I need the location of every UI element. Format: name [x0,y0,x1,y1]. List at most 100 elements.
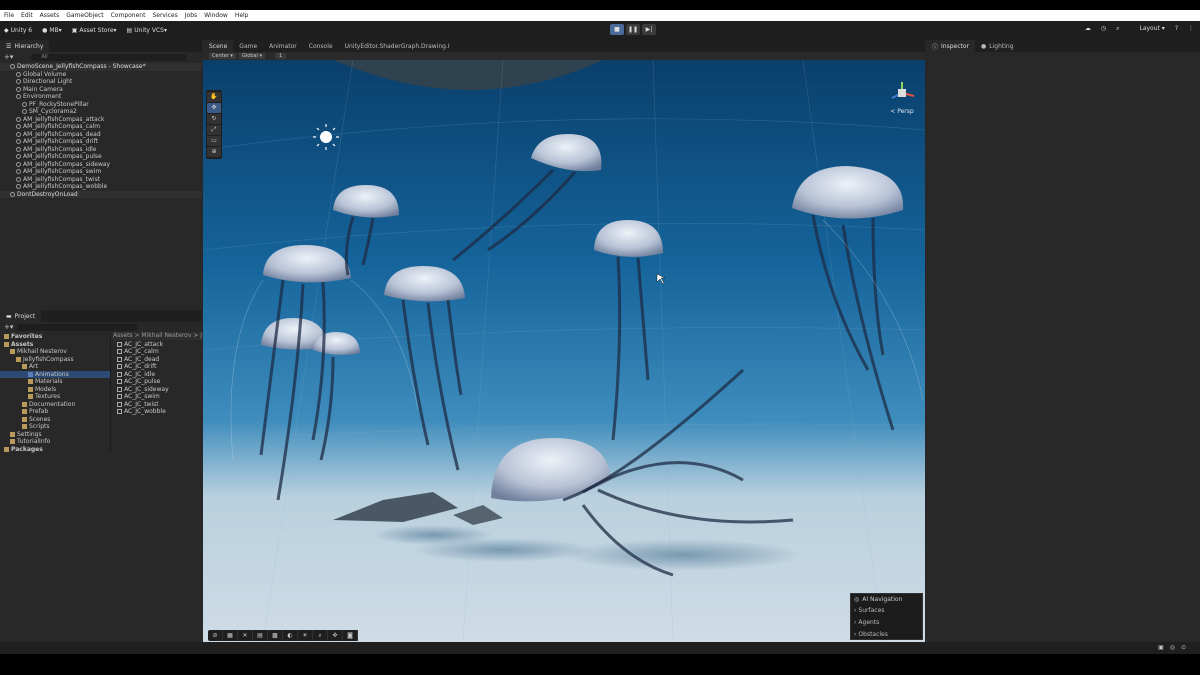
tab-scene[interactable]: Scene [203,40,234,52]
hierarchy-item[interactable]: AM_JellyfishCompas_drift [0,138,202,146]
orbit-icon[interactable]: ◐ [283,630,298,641]
tab-unityeditor-shadergraph-drawing-i[interactable]: UnityEditor.ShaderGraph.Drawing.I [339,40,456,52]
help-icon[interactable]: ? [1175,25,1178,33]
hierarchy-item[interactable]: AM_JellyfishCompas_pulse [0,153,202,161]
menu-services[interactable]: Services [152,12,177,19]
project-folder[interactable]: Textures [0,393,110,401]
settings-icon[interactable]: ⋮ [1188,25,1194,33]
tab-animator[interactable]: Animator [263,40,303,52]
hierarchy-item[interactable]: DemoScene_JellyfishCompass - Showcase* [0,63,202,71]
ai-nav-surfaces[interactable]: › Surfaces [851,604,922,616]
project-folder[interactable]: Prefab [0,408,110,416]
project-file[interactable]: AC_JC_attack [111,341,202,349]
project-file[interactable]: AC_JC_swim [111,393,202,401]
step-button[interactable]: ▶| [642,24,656,35]
snap-icon[interactable]: ⊘ [208,630,223,641]
project-folder[interactable]: Packages [0,446,110,454]
light-icon[interactable]: ☀ [298,630,313,641]
camera-icon[interactable]: ◙ [343,630,358,641]
ai-navigation-header[interactable]: ◎ AI Navigation [851,594,922,604]
hierarchy-item[interactable]: SM_Cyclorama2 [0,108,202,116]
menu-component[interactable]: Component [111,12,146,19]
hierarchy-item[interactable]: AM_JellyfishCompas_idle [0,146,202,154]
tab-lighting[interactable]: ● Lighting [975,40,1020,52]
pivot-dropdown[interactable]: Center ▾ [209,53,236,59]
layout-dropdown[interactable]: Layout ▾ [1129,25,1164,33]
menu-assets[interactable]: Assets [40,12,60,19]
menu-edit[interactable]: Edit [21,12,33,19]
status-icons[interactable]: ▣◎⊙ [1158,644,1192,651]
tab-inspector[interactable]: ⓘ Inspector [926,40,976,52]
hierarchy-item[interactable]: AM_JellyfishCompas_swim [0,168,202,176]
grid-icon[interactable]: ▦ [223,630,238,641]
hierarchy-item[interactable]: Directional Light [0,78,202,86]
hierarchy-item[interactable]: DontDestroyOnLoad [0,190,202,198]
tab-hierarchy[interactable]: ☰ Hierarchy [0,40,50,52]
hierarchy-item[interactable]: AM_JellyfishCompas_dead [0,131,202,139]
hierarchy-item[interactable]: Global Volume [0,71,202,79]
pivot-icon[interactable]: ✕ [238,630,253,641]
project-folder[interactable]: TutorialInfo [0,438,110,446]
unity-version-button[interactable]: ◆ Unity 6 [4,27,32,34]
search-icon[interactable]: ⌕ [1116,25,1119,33]
project-folder[interactable]: Art [0,363,110,371]
project-folder[interactable]: Models [0,386,110,394]
project-folder[interactable]: Scenes [0,416,110,424]
layers-icon[interactable]: ▤ [253,630,268,641]
project-file[interactable]: AC_JC_twist [111,401,202,409]
project-file[interactable]: AC_JC_dead [111,356,202,364]
menu-window[interactable]: Window [204,12,228,19]
cloud-icon[interactable]: ☁ [1085,25,1091,33]
project-file[interactable]: AC_JC_calm [111,348,202,356]
play-button[interactable]: ■ [610,24,624,35]
account-button[interactable]: ● MB ▾ [42,27,62,34]
menu-gameobject[interactable]: GameObject [66,12,103,19]
rotate-tool-icon[interactable]: ↻ [207,114,221,124]
add-icon[interactable]: +▾ [4,53,13,61]
project-file[interactable]: AC_JC_drift [111,363,202,371]
project-folder[interactable]: JellyfishCompass [0,356,110,364]
tab-game[interactable]: Game [233,40,263,52]
menu-jobs[interactable]: Jobs [185,12,197,19]
transform-tool-icon[interactable]: ⊕ [207,147,221,157]
project-folder[interactable]: Animations [0,370,111,378]
tab-project[interactable]: ▬ Project [0,310,42,322]
add-icon[interactable]: +▾ [4,323,13,331]
ai-nav-agents[interactable]: › Agents [851,616,922,628]
hierarchy-item[interactable]: AM_JellyfishCompas_calm [0,123,202,131]
project-folder[interactable]: Mikhail Nesterov [0,348,110,356]
hierarchy-item[interactable]: AM_JellyfishCompas_sideway [0,161,202,169]
hierarchy-item[interactable]: PF_RockyStonePillar [0,101,202,109]
menu-help[interactable]: Help [235,12,249,19]
project-folder[interactable]: Settings [0,431,110,439]
history-icon[interactable]: ◷ [1101,25,1106,33]
asset-store-button[interactable]: ▣ Asset Store ▾ [72,27,117,34]
ai-nav-obstacles[interactable]: › Obstacles [851,628,922,640]
scene-viewport[interactable]: < Persp ✋ ✥ ↻ ⤢ ▭ ⊕ ⊘ ▦ ✕ ▤ ▩ ◐ ☀ ⌕ ✜ ◙ … [203,60,925,642]
persp-label[interactable]: < Persp [884,108,920,115]
hierarchy-item[interactable]: AM_JellyfishCompas_wobble [0,183,202,191]
space-dropdown[interactable]: Global ▾ [238,53,266,59]
menu-file[interactable]: File [4,12,14,19]
project-folder[interactable]: Favorites [0,333,110,341]
rect-tool-icon[interactable]: ▭ [207,136,221,146]
project-file[interactable]: AC_JC_idle [111,371,202,379]
view-tool-icon[interactable]: ✋ [207,92,221,102]
hierarchy-search-input[interactable]: All [31,53,187,61]
zoom-icon[interactable]: ⌕ [313,630,328,641]
hierarchy-item[interactable]: Environment [0,93,202,101]
project-folder[interactable]: Materials [0,378,110,386]
snap-value[interactable]: 1 [275,53,287,59]
hierarchy-item[interactable]: Main Camera [0,86,202,94]
center-icon[interactable]: ✜ [328,630,343,641]
tab-console[interactable]: Console [303,40,339,52]
move-tool-icon[interactable]: ✥ [207,103,221,113]
project-folder[interactable]: Assets [0,341,110,349]
hierarchy-item[interactable]: AM_JellyfishCompas_attack [0,116,202,124]
scale-tool-icon[interactable]: ⤢ [207,125,221,135]
project-file[interactable]: AC_JC_pulse [111,378,202,386]
pause-button[interactable]: ❚❚ [626,24,640,35]
hierarchy-item[interactable]: AM_JellyfishCompas_twist [0,176,202,184]
project-folder[interactable]: Scripts [0,423,110,431]
project-file[interactable]: AC_JC_wobble [111,408,202,416]
